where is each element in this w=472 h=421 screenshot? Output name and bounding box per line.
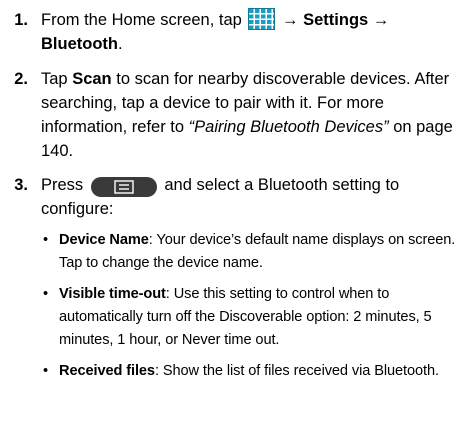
bullet-mark: • [43, 232, 49, 248]
step-number: 1. [14, 11, 28, 29]
menu-key-icon [90, 177, 157, 197]
scan-label: Scan [72, 70, 112, 88]
list-item: • Visible time-out: Use this setting to … [41, 283, 468, 352]
setting-term: Visible time-out [59, 286, 166, 302]
list-item: • Received files: Show the list of files… [41, 360, 468, 383]
setting-term: Received files [59, 363, 155, 379]
step-3-press: Press [41, 176, 84, 194]
step-1: 1. From the Home screen, tap → Settings … [8, 8, 468, 56]
list-item: • Device Name: Your device’s default nam… [41, 229, 468, 275]
bluetooth-label: Bluetooth [41, 35, 118, 53]
step-number: 2. [14, 70, 28, 88]
menu-lines-icon [114, 180, 134, 194]
step-3: 3. Press and select a Bluetooth setting … [8, 173, 468, 383]
step-number: 3. [14, 176, 28, 194]
apps-grid-icon [248, 8, 276, 30]
pairing-reference: “Pairing Bluetooth Devices” [188, 118, 389, 136]
bullet-mark: • [43, 286, 49, 302]
arrow-icon: → [372, 11, 390, 29]
step-2: 2. Tap Scan to scan for nearby discovera… [8, 67, 468, 163]
arrow-icon: → [282, 11, 299, 29]
bluetooth-settings-list: • Device Name: Your device’s default nam… [41, 229, 468, 383]
step-1-text: From the Home screen, tap [41, 11, 242, 29]
bullet-mark: • [43, 363, 49, 379]
step-2-tap: Tap [41, 70, 68, 88]
instruction-steps: 1. From the Home screen, tap → Settings … [8, 8, 468, 391]
cut-off-previous-line [0, 0, 472, 8]
setting-term: Device Name [59, 232, 149, 248]
setting-description: : Show the list of files received via Bl… [154, 363, 439, 379]
settings-label: Settings [303, 11, 369, 29]
step-1-period: . [117, 35, 123, 53]
